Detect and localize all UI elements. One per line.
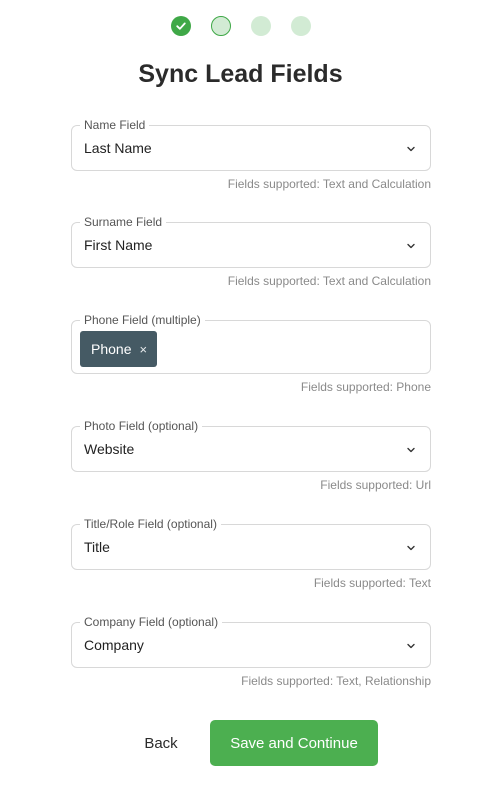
step-1-completed (170, 16, 191, 36)
title-role-field-value: Title (84, 539, 110, 555)
phone-field-help: Fields supported: Phone (300, 380, 431, 394)
phone-chip: Phone × (80, 331, 158, 367)
name-field-select[interactable]: Name Field Last Name (71, 119, 431, 171)
chip-remove-icon[interactable]: × (139, 343, 147, 356)
name-field-value: Last Name (84, 140, 152, 156)
back-button[interactable]: Back (131, 720, 191, 766)
company-field-group: Company Field (optional) Company Fields … (71, 616, 431, 688)
surname-field-value: First Name (84, 237, 153, 253)
step-2-current (210, 16, 231, 36)
photo-field-help: Fields supported: Url (320, 478, 431, 492)
step-3-upcoming (250, 16, 271, 36)
photo-field-value: Website (84, 441, 135, 457)
step-4-upcoming (290, 16, 311, 36)
chevron-down-icon (407, 643, 415, 649)
surname-field-label: Surname Field (80, 216, 167, 229)
chevron-down-icon (407, 243, 415, 249)
phone-field-label: Phone Field (multiple) (80, 314, 205, 327)
company-field-help: Fields supported: Text, Relationship (241, 674, 431, 688)
check-icon (175, 22, 186, 30)
chevron-down-icon (407, 447, 415, 453)
name-field-label: Name Field (80, 119, 150, 132)
name-field-group: Name Field Last Name Fields supported: T… (71, 119, 431, 191)
sync-lead-fields-page: Sync Lead Fields Name Field Last Name Fi… (0, 0, 481, 790)
progress-stepper (0, 16, 481, 36)
photo-field-select[interactable]: Photo Field (optional) Website (71, 420, 431, 472)
phone-field-multiselect[interactable]: Phone Field (multiple) Phone × (71, 314, 431, 374)
company-field-value: Company (84, 637, 144, 653)
page-title: Sync Lead Fields (138, 60, 343, 88)
surname-field-group: Surname Field First Name Fields supporte… (71, 216, 431, 288)
save-and-continue-button[interactable]: Save and Continue (210, 720, 378, 766)
surname-field-help: Fields supported: Text and Calculation (227, 274, 431, 288)
company-field-select[interactable]: Company Field (optional) Company (71, 616, 431, 668)
photo-field-group: Photo Field (optional) Website Fields su… (71, 420, 431, 492)
name-field-help: Fields supported: Text and Calculation (227, 177, 431, 191)
surname-field-select[interactable]: Surname Field First Name (71, 216, 431, 268)
title-role-field-label: Title/Role Field (optional) (80, 518, 221, 531)
title-role-field-help: Fields supported: Text (313, 576, 431, 590)
phone-field-group: Phone Field (multiple) Phone × Fields su… (71, 314, 431, 394)
chevron-down-icon (407, 146, 415, 152)
company-field-label: Company Field (optional) (80, 616, 223, 629)
photo-field-label: Photo Field (optional) (80, 420, 203, 433)
title-role-field-group: Title/Role Field (optional) Title Fields… (71, 518, 431, 590)
title-role-field-select[interactable]: Title/Role Field (optional) Title (71, 518, 431, 570)
phone-chip-label: Phone (91, 341, 132, 357)
chevron-down-icon (407, 545, 415, 551)
